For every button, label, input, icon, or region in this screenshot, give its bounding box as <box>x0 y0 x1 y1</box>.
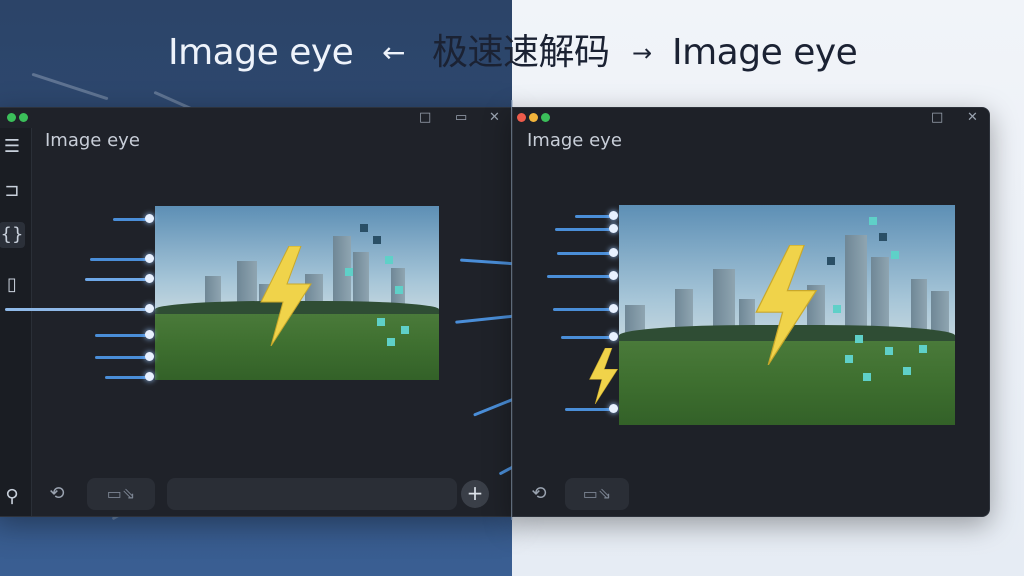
restore-icon[interactable]: ▭ <box>455 110 467 126</box>
node-icon <box>145 214 154 223</box>
left-bottom-toolbar: ⟲ ▭⇘ + <box>0 474 511 516</box>
left-app-window: □ ▭ ✕ ☰ ⊐ {} ▯ ⚲ Image eye ⟲ ▭⇘ + <box>0 107 512 517</box>
phone-icon[interactable]: ▯ <box>0 272 25 298</box>
node-icon <box>145 372 154 381</box>
image-preview-left[interactable] <box>155 206 439 380</box>
right-app-window: □ ✕ Image eye ⟲ ▭⇘ <box>512 107 990 517</box>
headline-chinese-text: 极速速解码 <box>432 32 610 73</box>
path-input[interactable] <box>167 478 457 510</box>
rotate-icon[interactable]: ⟲ <box>521 478 557 510</box>
code-icon[interactable]: {} <box>0 222 25 248</box>
menu-icon[interactable]: ☰ <box>0 134 25 160</box>
lightning-bolt-icon <box>755 245 818 365</box>
node-icon <box>145 330 154 339</box>
node-icon <box>609 248 618 257</box>
close-dot-icon[interactable] <box>517 113 526 122</box>
minimize-dot-icon[interactable] <box>529 113 538 122</box>
node-icon <box>609 211 618 220</box>
close-icon[interactable]: ✕ <box>967 110 978 126</box>
compare-button[interactable]: ▭⇘ <box>87 478 155 510</box>
lightning-bolt-icon <box>589 348 619 404</box>
maximize-icon[interactable]: □ <box>419 110 431 126</box>
maximize-icon[interactable]: □ <box>931 110 943 126</box>
left-titlebar: □ ▭ ✕ <box>0 108 511 128</box>
left-sidebar: ☰ ⊐ {} ▯ ⚲ <box>0 128 32 516</box>
node-icon <box>609 404 618 413</box>
node-icon <box>609 271 618 280</box>
node-icon <box>145 274 154 283</box>
headline-right-title: Image eye <box>672 32 858 73</box>
arrow-right-icon: → <box>632 39 652 67</box>
headline-left-title: Image eye <box>168 32 354 73</box>
node-icon <box>145 352 154 361</box>
node-icon <box>609 304 618 313</box>
right-titlebar: □ ✕ <box>513 108 989 128</box>
window-dot-icon[interactable] <box>19 113 28 122</box>
node-icon <box>609 332 618 341</box>
node-icon <box>609 224 618 233</box>
right-bottom-toolbar: ⟲ ▭⇘ <box>513 474 989 516</box>
node-icon <box>145 254 154 263</box>
zoom-dot-icon[interactable] <box>541 113 550 122</box>
compare-button[interactable]: ▭⇘ <box>565 478 629 510</box>
right-window-title: Image eye <box>527 130 622 151</box>
window-dot-icon[interactable] <box>7 113 16 122</box>
left-window-title: Image eye <box>45 130 140 151</box>
crop-icon[interactable]: ⊐ <box>0 178 25 204</box>
lightning-bolt-icon <box>260 246 312 346</box>
arrow-left-icon: ← <box>382 36 405 69</box>
node-icon <box>145 304 154 313</box>
headline: Image eye ← 极速速解码 → Image eye <box>0 28 1024 78</box>
add-icon[interactable]: + <box>461 480 489 508</box>
image-preview-right[interactable] <box>619 205 955 425</box>
close-icon[interactable]: ✕ <box>489 110 500 126</box>
rotate-icon[interactable]: ⟲ <box>39 478 75 510</box>
